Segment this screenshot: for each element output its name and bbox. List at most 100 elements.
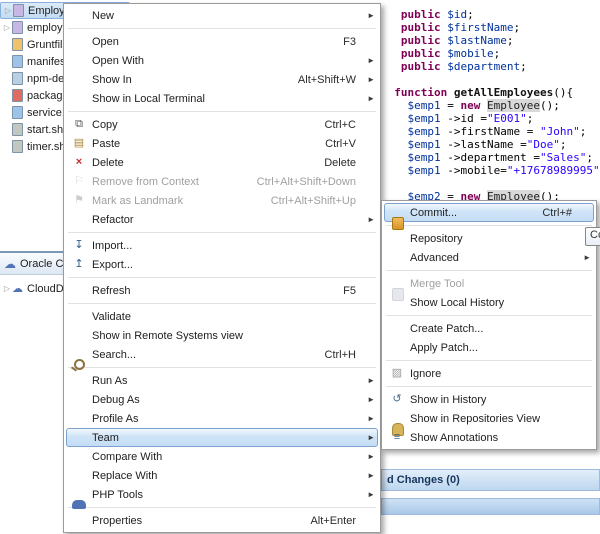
menu-item-label: Run As (89, 375, 127, 387)
staging-section-header[interactable]: d Changes (0) (381, 469, 600, 491)
menu-item-label: New (89, 10, 114, 22)
menu-item-label: Search... (89, 349, 136, 361)
menu-item-show-in-remote-systems-view[interactable]: Show in Remote Systems view (66, 326, 378, 345)
code-line: function getAllEmployees(){ (381, 86, 600, 99)
team-submenu: Commit...Ctrl+#RepositoryAdvanced►Merge … (381, 200, 597, 450)
menu-item-show-in-history[interactable]: ↺Show in History (384, 390, 594, 409)
menu-item-properties[interactable]: PropertiesAlt+Enter (66, 511, 378, 530)
context-menu: New►OpenF3Open With►Show InAlt+Shift+W►S… (63, 3, 381, 533)
menu-separator (386, 270, 592, 271)
menu-item-label: Show In (89, 74, 132, 86)
menu-item-commit[interactable]: Commit...Ctrl+# (384, 203, 594, 222)
menu-item-mark-as-landmark: ⚑Mark as LandmarkCtrl+Alt+Shift+Up (66, 191, 378, 210)
menu-item-shortcut: Delete (324, 157, 364, 169)
menu-item-shortcut: F5 (343, 285, 364, 297)
tree-item-label: manifes (27, 56, 66, 68)
code-line (381, 177, 600, 190)
delete-icon: × (69, 153, 89, 172)
menu-item-open[interactable]: OpenF3 (66, 32, 378, 51)
submenu-arrow-icon: ► (364, 490, 375, 499)
js-file-icon (12, 38, 23, 51)
code-line: $emp1 ->firstName = "John"; (381, 125, 600, 138)
submenu-arrow-icon: ► (364, 452, 375, 461)
menu-item-label: Replace With (89, 470, 157, 482)
submenu-arrow-icon: ► (364, 395, 375, 404)
menu-item-apply-patch[interactable]: Apply Patch... (384, 338, 594, 357)
menu-item-show-in[interactable]: Show InAlt+Shift+W► (66, 70, 378, 89)
menu-item-refresh[interactable]: Refresh F5 (66, 281, 378, 300)
remove-context-icon: ⚐ (69, 172, 89, 191)
export-icon: ↥ (69, 255, 89, 274)
code-line: $emp1 ->department ="Sales"; (381, 151, 600, 164)
submenu-arrow-icon: ► (364, 94, 375, 103)
menu-item-validate[interactable]: Validate (66, 307, 378, 326)
menu-item-new[interactable]: New► (66, 6, 378, 25)
menu-item-label: Commit... (407, 207, 457, 219)
cloud-icon: ☁ (4, 257, 16, 271)
menu-separator (68, 28, 376, 29)
menu-item-label: Paste (89, 138, 120, 150)
menu-item-label: Team (89, 432, 119, 444)
menu-item-show-in-local-terminal[interactable]: Show in Local Terminal► (66, 89, 378, 108)
cloud-icon: ☁ (12, 282, 23, 295)
menu-item-copy[interactable]: ⧉CopyCtrl+C (66, 115, 378, 134)
json-file-icon (12, 89, 23, 102)
staging-section-header[interactable] (381, 498, 600, 515)
menu-item-export[interactable]: ↥Export... (66, 255, 378, 274)
code-line: $emp1 ->id ="E001"; (381, 112, 600, 125)
menu-item-compare-with[interactable]: Compare With ► (66, 447, 378, 466)
twisty-icon: ▷ (2, 284, 12, 293)
menu-item-show-in-repositories-view[interactable]: Show in Repositories View (384, 409, 594, 428)
code-line: $emp1 = new Employee(); (381, 99, 600, 112)
code-editor[interactable]: public $id; public $firstName; public $l… (381, 0, 600, 230)
menu-item-php-tools[interactable]: PHP Tools► (66, 485, 378, 504)
tree-item-label: Gruntfil (27, 39, 62, 51)
menu-separator (68, 303, 376, 304)
menu-item-shortcut: F3 (343, 36, 364, 48)
menu-item-shortcut: Ctrl+H (325, 349, 364, 361)
menu-item-delete[interactable]: ×DeleteDelete (66, 153, 378, 172)
menu-item-label: Compare With (89, 451, 162, 463)
menu-item-import[interactable]: ↧Import... (66, 236, 378, 255)
code-line: public $mobile; (381, 47, 600, 60)
ignore-icon: ▨ (387, 364, 407, 383)
submenu-arrow-icon: ► (364, 56, 375, 65)
submenu-arrow-icon: ► (364, 433, 375, 442)
menu-item-create-patch[interactable]: Create Patch... (384, 319, 594, 338)
menu-item-label: Import... (89, 240, 132, 252)
staging-section-label: d Changes (0) (387, 474, 460, 486)
menu-item-profile-as[interactable]: Profile As► (66, 409, 378, 428)
menu-item-repository[interactable]: Repository (384, 229, 594, 248)
menu-item-label: Refresh (89, 285, 131, 297)
menu-item-shortcut: Ctrl+Alt+Shift+Down (257, 176, 364, 188)
menu-item-debug-as[interactable]: Debug As ► (66, 390, 378, 409)
menu-item-advanced[interactable]: Advanced► (384, 248, 594, 267)
menu-separator (386, 315, 592, 316)
menu-item-replace-with[interactable]: Replace With► (66, 466, 378, 485)
menu-item-ignore[interactable]: ▨Ignore (384, 364, 594, 383)
menu-separator (68, 232, 376, 233)
tree-item-label: start.sh (27, 124, 63, 136)
menu-item-label: Open With (89, 55, 144, 67)
menu-item-label: Advanced (407, 252, 459, 264)
menu-item-show-local-history[interactable]: Show Local History (384, 293, 594, 312)
twisty-icon: ▷ (2, 23, 12, 32)
menu-item-label: Show in History (407, 394, 486, 406)
submenu-arrow-icon: ► (364, 376, 375, 385)
menu-item-label: Debug As (89, 394, 140, 406)
code-line: public $department; (381, 60, 600, 73)
menu-item-paste[interactable]: ▤PasteCtrl+V (66, 134, 378, 153)
tooltip: Com (585, 227, 600, 246)
menu-item-refactor[interactable]: Refactor► (66, 210, 378, 229)
menu-separator (68, 111, 376, 112)
menu-item-show-annotations[interactable]: ≡Show Annotations (384, 428, 594, 447)
menu-item-open-with[interactable]: Open With ► (66, 51, 378, 70)
json-file-icon (12, 55, 23, 68)
menu-item-label: Validate (89, 311, 131, 323)
tooltip-text: Com (590, 229, 600, 241)
menu-item-search[interactable]: Search... Ctrl+H (66, 345, 378, 364)
menu-separator (68, 367, 376, 368)
menu-item-team[interactable]: Team ► (66, 428, 378, 447)
code-line (381, 73, 600, 86)
menu-item-run-as[interactable]: Run As ► (66, 371, 378, 390)
